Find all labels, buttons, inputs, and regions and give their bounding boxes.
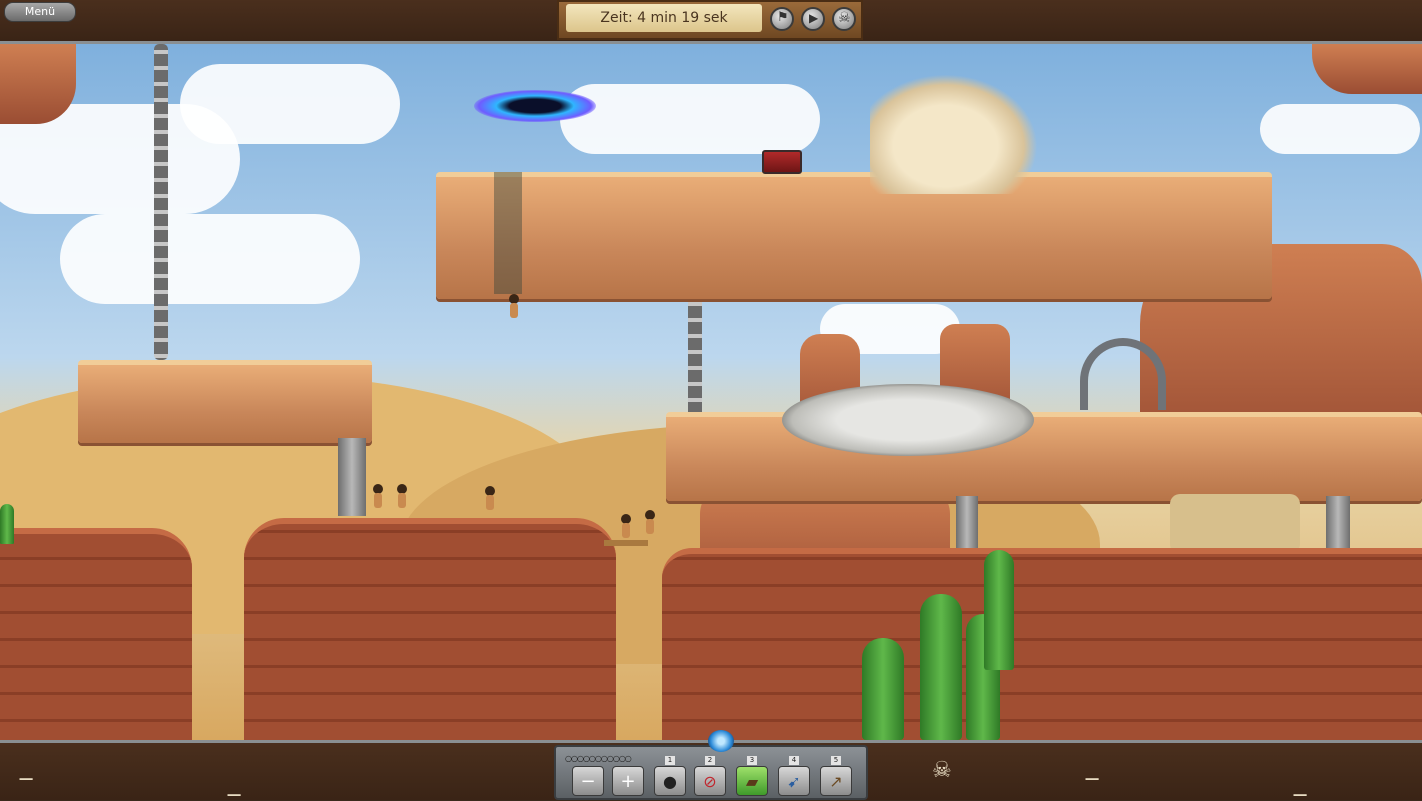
caveman[interactable] (508, 294, 520, 318)
toolbar-logo-icon (708, 730, 734, 752)
left-rock-platform (78, 360, 372, 443)
cloud (180, 64, 400, 144)
play-button[interactable]: ▶ (801, 7, 825, 31)
rock-ground (662, 548, 1422, 740)
bone-icon: ⚊ (1084, 764, 1101, 785)
caveman[interactable] (644, 510, 656, 534)
game-scene[interactable] (0, 44, 1422, 740)
rock-ground (244, 518, 616, 740)
dinosaur-skull (870, 74, 1038, 194)
treasure-chest[interactable] (762, 150, 802, 174)
cactus (920, 594, 962, 740)
caveman[interactable] (484, 486, 496, 510)
hay-bale (1170, 494, 1300, 554)
stop-sign-icon: ⊘ (703, 771, 717, 791)
cactus (984, 550, 1014, 670)
cactus (0, 504, 14, 544)
bone-icon: ⚊ (226, 780, 243, 801)
speed-indicator: ○○○○○○○○○○○ (565, 754, 632, 763)
speed-minus-button[interactable]: − (572, 766, 604, 796)
restart-flag-icon: ⚑ (777, 10, 789, 25)
bridge-plank (604, 540, 648, 546)
skull-button[interactable]: ☠ (832, 7, 856, 31)
chain (154, 44, 168, 360)
stone-disc (782, 384, 1034, 456)
spear-tool-button[interactable]: ↗ (820, 766, 852, 796)
tool-number: 5 (831, 756, 841, 765)
skull-decor-icon: ☠ (932, 758, 952, 783)
stop-tool-button[interactable]: ⊘ (694, 766, 726, 796)
rock-ground (0, 528, 192, 740)
metal-pillar (1326, 496, 1350, 548)
tool-number: 2 (705, 756, 715, 765)
metal-pillar (338, 438, 366, 516)
cloud (1260, 104, 1420, 154)
cloud (60, 214, 360, 304)
rock-formation (1312, 44, 1422, 94)
tool-number: 4 (789, 756, 799, 765)
middle-rock-platform (666, 412, 1422, 501)
cloud (560, 84, 820, 154)
bomb-tool-button[interactable]: ● (654, 766, 686, 796)
caveman[interactable] (372, 484, 384, 508)
portal[interactable] (474, 90, 596, 122)
metal-pillar (956, 496, 978, 548)
timer-text: Zeit: 4 min 19 sek (566, 4, 762, 32)
tool-number: 3 (747, 756, 757, 765)
bone-icon: ⚊ (18, 764, 35, 785)
caveman[interactable] (620, 514, 632, 538)
play-icon: ▶ (809, 11, 819, 25)
menu-button[interactable]: Menü (4, 2, 76, 22)
bridge-plank-icon: ▰ (745, 771, 759, 791)
speed-plus-button[interactable]: + (612, 766, 644, 796)
upper-rock-platform (436, 172, 1272, 299)
chain (688, 296, 702, 418)
caveman[interactable] (396, 484, 408, 508)
bone-icon: ⚊ (1292, 780, 1309, 801)
skull-icon: ☠ (838, 10, 851, 26)
minus-icon: − (580, 770, 596, 792)
plus-icon: + (620, 770, 636, 792)
drill-icon: ➹ (787, 771, 801, 791)
dark-shaft (494, 172, 522, 294)
cactus (862, 638, 904, 740)
bomb-icon: ● (663, 771, 677, 791)
drill-tool-button[interactable]: ➹ (778, 766, 810, 796)
bridge-tool-button[interactable]: ▰ (736, 766, 768, 796)
spear-icon: ↗ (829, 771, 843, 791)
restart-flag-button[interactable]: ⚑ (770, 7, 794, 31)
tool-number: 1 (665, 756, 675, 765)
